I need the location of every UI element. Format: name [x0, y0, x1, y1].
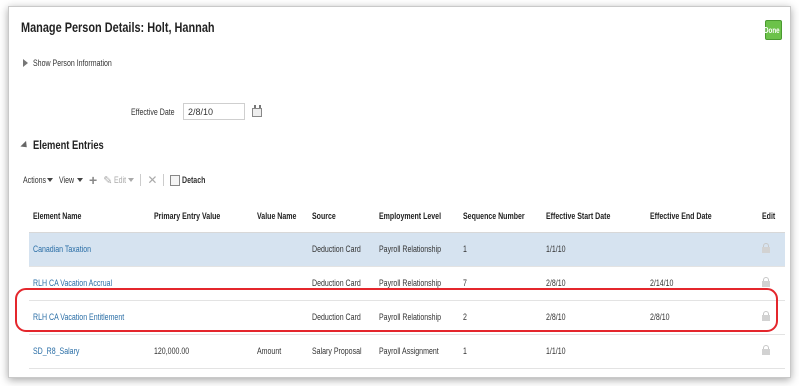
edit-cell[interactable]	[758, 266, 785, 301]
effective-end-date-cell: 2/14/10	[646, 266, 759, 301]
view-menu[interactable]: View	[59, 175, 83, 185]
effective-date-label: Effective Date	[131, 106, 175, 117]
effective-date-row: Effective Date	[131, 103, 265, 120]
detach-label: Detach	[182, 175, 206, 185]
table-row[interactable]: RLH CA Vacation Accrual Deduction Card P…	[29, 266, 785, 301]
primary-entry-value-cell	[149, 300, 254, 335]
edit-label: Edit	[114, 175, 127, 185]
element-name-cell[interactable]: SD_R8_Salary	[29, 334, 150, 369]
primary-entry-value-cell	[149, 232, 254, 267]
effective-start-date-cell: 1/1/10	[541, 232, 647, 267]
column-header[interactable]: Edit	[758, 200, 785, 233]
effective-start-date-cell: 2/8/10	[541, 300, 647, 335]
section-title: Element Entries	[33, 138, 104, 152]
edit-cell[interactable]	[758, 334, 785, 369]
primary-entry-value-cell	[149, 266, 254, 301]
actions-label: Actions	[23, 175, 47, 185]
primary-entry-value-cell: 120,000.00	[149, 334, 254, 369]
detach-icon	[170, 174, 181, 186]
sequence-number-cell: 1	[458, 232, 542, 267]
employment-level-cell: Payroll Relationship	[375, 232, 459, 267]
source-cell: Salary Proposal	[307, 334, 376, 369]
employment-level-cell: Payroll Relationship	[375, 266, 459, 301]
effective-start-date-cell: 2/8/10	[541, 266, 647, 301]
view-label: View	[59, 175, 75, 185]
column-header[interactable]: Element Name	[29, 200, 150, 233]
toolbar-divider	[163, 174, 165, 186]
element-entries-table: Element Name Primary Entry Value Value N…	[29, 200, 785, 369]
done-label: Done	[763, 25, 780, 35]
sequence-number-cell: 7	[458, 266, 542, 301]
expand-triangle-icon	[23, 59, 28, 67]
table-row[interactable]: Canadian Taxation Deduction Card Payroll…	[29, 232, 785, 267]
column-header[interactable]: Effective Start Date	[541, 200, 647, 233]
effective-end-date-cell: 2/8/10	[646, 300, 759, 335]
source-cell: Deduction Card	[307, 266, 376, 301]
page-title: Manage Person Details: Holt, Hannah	[21, 19, 215, 35]
column-header[interactable]: Effective End Date	[646, 200, 759, 233]
lock-icon[interactable]	[762, 345, 771, 355]
employment-level-cell: Payroll Relationship	[375, 300, 459, 335]
source-cell: Deduction Card	[307, 300, 376, 335]
edit-menu[interactable]: ✎ Edit	[103, 174, 135, 187]
table-row[interactable]: RLH CA Vacation Entitlement Deduction Ca…	[29, 300, 785, 335]
table-row[interactable]: SD_R8_Salary 120,000.00 Amount Salary Pr…	[29, 334, 785, 369]
column-header[interactable]: Primary Entry Value	[149, 200, 254, 233]
chevron-down-icon	[128, 178, 135, 182]
sequence-number-cell: 1	[458, 334, 542, 369]
delete-icon[interactable]: ✕	[147, 173, 157, 187]
add-icon[interactable]: +	[89, 173, 97, 187]
element-name-cell[interactable]: Canadian Taxation	[29, 232, 150, 267]
edit-cell[interactable]	[758, 232, 785, 267]
effective-date-input[interactable]	[183, 103, 245, 120]
show-person-information-label: Show Person Information	[33, 58, 112, 68]
actions-menu[interactable]: Actions	[23, 175, 53, 185]
toolbar-divider	[140, 174, 142, 186]
column-header[interactable]: Value Name	[253, 200, 308, 233]
detach-button[interactable]: Detach	[170, 174, 206, 186]
page-frame: Manage Person Details: Holt, Hannah Done…	[8, 6, 791, 378]
effective-start-date-cell: 1/1/10	[541, 334, 647, 369]
effective-end-date-cell	[646, 334, 759, 369]
column-header[interactable]: Sequence Number	[458, 200, 542, 233]
sequence-number-cell: 2	[458, 300, 542, 335]
edit-icon: ✎	[103, 174, 113, 187]
column-header[interactable]: Employment Level	[375, 200, 459, 233]
value-name-cell: Amount	[253, 334, 308, 369]
collapse-triangle-icon	[20, 140, 30, 150]
calendar-icon[interactable]	[251, 104, 265, 119]
source-cell: Deduction Card	[307, 232, 376, 267]
lock-icon[interactable]	[762, 277, 771, 287]
table-header-row: Element Name Primary Entry Value Value N…	[29, 200, 785, 233]
column-header[interactable]: Source	[307, 200, 376, 233]
chevron-down-icon	[77, 178, 83, 182]
employment-level-cell: Payroll Assignment	[375, 334, 459, 369]
lock-icon[interactable]	[762, 243, 771, 253]
element-entries-section[interactable]: Element Entries	[20, 138, 124, 152]
chevron-down-icon	[47, 178, 53, 182]
element-name-cell[interactable]: RLH CA Vacation Entitlement	[29, 300, 150, 335]
effective-end-date-cell	[646, 232, 759, 267]
done-button[interactable]: Done	[763, 20, 782, 40]
lock-icon[interactable]	[762, 311, 771, 321]
show-person-information[interactable]: Show Person Information	[23, 58, 134, 68]
edit-cell[interactable]	[758, 300, 785, 335]
value-name-cell	[253, 232, 308, 267]
toolbar: Actions View + ✎ Edit ✕ Detach	[23, 173, 206, 187]
value-name-cell	[253, 266, 308, 301]
value-name-cell	[253, 300, 308, 335]
element-name-cell[interactable]: RLH CA Vacation Accrual	[29, 266, 150, 301]
